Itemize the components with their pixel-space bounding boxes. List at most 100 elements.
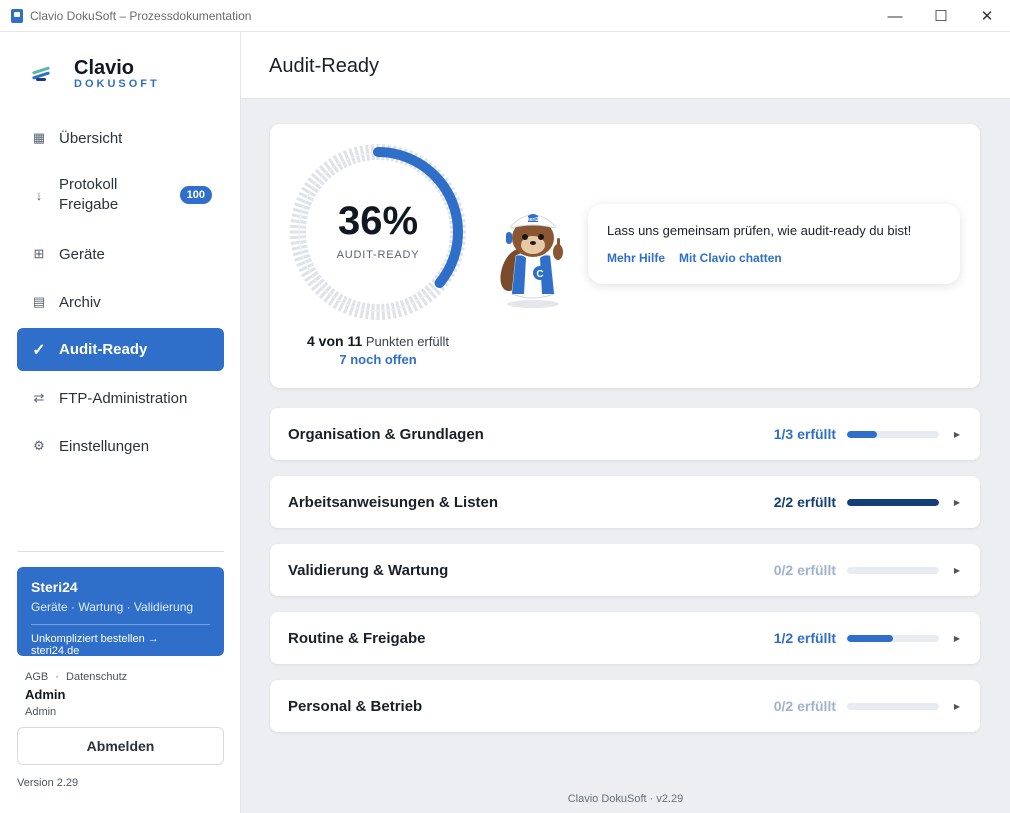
app-icon <box>11 8 23 23</box>
promo-title: Steri24 <box>31 579 78 595</box>
section-progress-bar <box>847 498 939 506</box>
gear-icon: ⚙ <box>33 438 45 453</box>
sidebar-item-label: Geräte <box>59 245 105 263</box>
section-title: Validierung & Wartung <box>288 561 449 579</box>
separator: · <box>55 671 59 683</box>
section-row[interactable]: Organisation & Grundlagen 1/3 erfüllt ▶ <box>270 408 980 460</box>
window-controls: — ☐ ✕ <box>872 0 1010 32</box>
page-header: Audit-Ready <box>241 32 1010 99</box>
svg-text:C: C <box>536 269 543 280</box>
ring-tick <box>359 145 366 162</box>
section-title: Routine & Freigabe <box>288 629 426 647</box>
legal-links: AGB · Datenschutz <box>25 671 127 683</box>
audit-summary-card: 36% AUDIT-READY 4 von 11 Punkten erfüllt… <box>270 124 980 388</box>
expand-arrow-icon: ▶ <box>953 633 960 643</box>
sidebar: Clavio DOKUSOFT ▦ Übersicht ↓ Protokoll … <box>0 32 241 813</box>
user-role: Admin <box>25 706 57 718</box>
section-row[interactable]: Personal & Betrieb 0/2 erfüllt ▶ <box>270 680 980 732</box>
section-progress-fill <box>847 498 939 506</box>
check-icon: ✓ <box>32 341 46 359</box>
grid-icon: ▦ <box>32 130 46 145</box>
brand-subtitle: DOKUSOFT <box>74 78 160 90</box>
ring-tick <box>359 302 366 319</box>
sidebar-item-ftp-administration[interactable]: ⇄ FTP-Administration <box>17 376 224 420</box>
app-footer: Clavio DokuSoft · v2.29 <box>567 793 684 805</box>
window-title: Clavio DokuSoft – Prozessdokumentation <box>30 8 252 23</box>
count-badge: 100 <box>179 186 212 204</box>
expand-arrow-icon: ▶ <box>953 565 960 575</box>
main-content: Audit-Ready 36% AUDIT-READY 4 von 11 Pun… <box>241 32 1010 813</box>
section-status: 0/2 erfüllt <box>773 698 836 714</box>
minimize-button[interactable]: — <box>872 0 918 32</box>
section-row[interactable]: Arbeitsanweisungen & Listen 2/2 erfüllt … <box>270 476 980 528</box>
expand-arrow-icon: ▶ <box>953 429 960 439</box>
archive-icon: ▤ <box>32 294 46 309</box>
progress-percent: 36% <box>337 199 419 243</box>
speech-bubble: Lass uns gemeinsam prüfen, wie audit-rea… <box>588 204 960 284</box>
version-label: Version 2.29 <box>17 777 79 789</box>
close-button[interactable]: ✕ <box>964 0 1010 32</box>
sidebar-item-einstellungen[interactable]: ⚙ Einstellungen <box>17 424 224 468</box>
section-row[interactable]: Routine & Freigabe 1/2 erfüllt ▶ <box>270 612 980 664</box>
chat-link[interactable]: Mit Clavio chatten <box>679 251 782 265</box>
section-progress-fill <box>847 430 878 438</box>
brand-mark-icon <box>30 63 52 85</box>
section-status: 0/2 erfüllt <box>773 562 836 578</box>
sidebar-item-label: Übersicht <box>59 129 123 147</box>
promo-subtitle: Geräte · Wartung · Validierung <box>31 600 194 614</box>
ring-tick <box>370 303 375 320</box>
otter-mascot-icon: C Steri24 <box>500 214 563 308</box>
sidebar-item-geraete[interactable]: ⊞ Geräte <box>17 232 224 276</box>
window-titlebar: Clavio DokuSoft – Prozessdokumentation —… <box>0 0 1010 32</box>
promo-divider <box>31 624 210 625</box>
brand-logo: Clavio DOKUSOFT <box>30 58 160 90</box>
download-icon: ↓ <box>35 187 43 203</box>
sidebar-item-label: Audit-Ready <box>59 341 148 358</box>
sidebar-item-archiv[interactable]: ▤ Archiv <box>17 280 224 324</box>
sidebar-item-label: Einstellungen <box>59 437 150 455</box>
sidebar-item-label: Archiv <box>59 293 101 311</box>
bubble-text: Lass uns gemeinsam prüfen, wie audit-rea… <box>607 223 912 238</box>
section-row[interactable]: Validierung & Wartung 0/2 erfüllt ▶ <box>270 544 980 596</box>
expand-arrow-icon: ▶ <box>953 497 960 507</box>
section-title: Personal & Betrieb <box>288 697 423 715</box>
ring-tick <box>365 144 371 161</box>
sidebar-divider <box>17 551 224 552</box>
sidebar-item-protokoll-freigabe[interactable]: ↓ Protokoll Freigabe 100 <box>17 172 224 218</box>
page-title: Audit-Ready <box>269 55 380 77</box>
expand-arrow-icon: ▶ <box>953 701 960 711</box>
open-count-link[interactable]: 7 noch offen <box>288 352 468 367</box>
section-progress-fill <box>847 634 893 642</box>
user-name: Admin <box>25 687 66 702</box>
section-status: 1/3 erfüllt <box>773 426 836 442</box>
sidebar-item-audit-ready[interactable]: ✓ Audit-Ready <box>17 328 224 371</box>
section-progress-bar <box>847 566 939 574</box>
logout-button[interactable]: Abmelden <box>17 727 224 765</box>
section-progress-bar <box>847 702 939 710</box>
section-title: Organisation & Grundlagen <box>288 425 484 443</box>
promo-link[interactable]: Unkompliziert bestellen → steri24.de <box>31 633 210 657</box>
ring-tick <box>390 302 397 319</box>
maximize-button[interactable]: ☐ <box>918 0 964 32</box>
fulfilled-summary: 4 von 11 Punkten erfüllt <box>307 333 449 349</box>
agb-link[interactable]: AGB <box>25 671 48 683</box>
ring-tick <box>385 303 391 320</box>
section-title: Arbeitsanweisungen & Listen <box>288 493 499 511</box>
ring-tick <box>365 303 371 320</box>
section-status: 2/2 erfüllt <box>773 494 836 510</box>
help-link[interactable]: Mehr Hilfe <box>607 251 665 265</box>
ring-tick <box>376 304 380 320</box>
sidebar-item-label: Protokoll Freigabe <box>59 176 119 213</box>
bubble-links: Mehr Hilfe Mit Clavio chatten <box>607 251 941 265</box>
brand-name: Clavio <box>74 57 135 79</box>
devices-icon: ⊞ <box>33 246 45 261</box>
sidebar-item-uebersicht[interactable]: ▦ Übersicht <box>17 116 224 160</box>
sidebar-item-label: FTP-Administration <box>59 389 188 407</box>
datenschutz-link[interactable]: Datenschutz <box>66 671 127 683</box>
ring-tick <box>381 303 386 320</box>
progress-caption: AUDIT-READY <box>336 249 420 261</box>
section-progress-bar <box>847 634 939 642</box>
transfer-icon: ⇄ <box>33 390 45 405</box>
svg-text:Steri24: Steri24 <box>525 217 542 223</box>
promo-card[interactable]: Steri24 Geräte · Wartung · Validierung U… <box>17 567 224 657</box>
